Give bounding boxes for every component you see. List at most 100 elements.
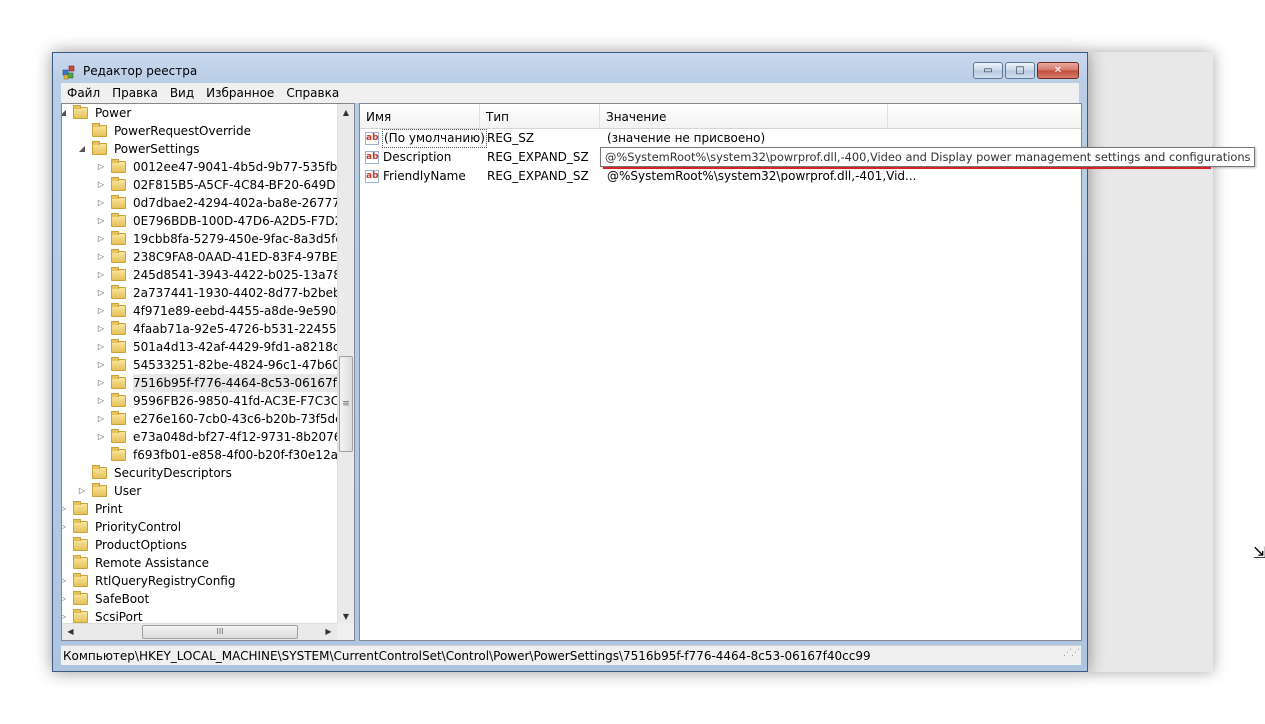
expand-arrow-icon[interactable]: ▷ [77, 482, 87, 500]
folder-icon [73, 501, 88, 515]
folder-icon [111, 357, 126, 371]
expand-arrow-icon[interactable]: ▷ [96, 320, 106, 338]
tree-item-label: 501a4d13-42af-4429-9fd1-a8218c268e2 [133, 340, 338, 354]
maximize-button[interactable]: □ [1005, 62, 1035, 79]
tree-item-label: 245d8541-3943-4422-b025-13a784f679l [133, 268, 338, 282]
window-title: Редактор реестра [83, 64, 198, 78]
status-bar: Компьютер\HKEY_LOCAL_MACHINE\SYSTEM\Curr… [61, 645, 1081, 665]
menu-file[interactable]: Файл [61, 83, 106, 103]
expand-arrow-icon[interactable]: ▷ [96, 302, 106, 320]
expand-arrow-icon[interactable]: ▷ [62, 590, 68, 608]
registry-path: Компьютер\HKEY_LOCAL_MACHINE\SYSTEM\Curr… [63, 649, 871, 663]
menu-help[interactable]: Справка [280, 83, 345, 103]
menu-favorites[interactable]: Избранное [200, 83, 280, 103]
expand-arrow-icon[interactable]: ▷ [62, 572, 68, 590]
folder-icon [111, 429, 126, 443]
folder-icon [73, 537, 88, 551]
tree-item-label: SecurityDescriptors [114, 466, 232, 480]
folder-icon [73, 609, 88, 623]
scroll-up-arrow-icon[interactable]: ▲ [338, 104, 354, 121]
folder-icon [111, 231, 126, 245]
expand-arrow-icon[interactable]: ▷ [96, 176, 106, 194]
value-type: REG_SZ [487, 131, 535, 145]
expand-arrow-icon[interactable]: ▷ [96, 392, 106, 410]
tree-item-label: 2a737441-1930-4402-8d77-b2bebba308 [133, 286, 338, 300]
expand-arrow-icon[interactable]: ▷ [96, 194, 106, 212]
expand-arrow-icon[interactable]: ◢ [62, 104, 68, 122]
tree-item-label: 54533251-82be-4824-96c1-47b60b740d [133, 358, 338, 372]
resize-grip-icon[interactable]: ⋰⋰ [1063, 646, 1080, 663]
folder-icon [111, 303, 126, 317]
column-header-name[interactable]: Имя [360, 104, 480, 128]
list-row[interactable]: ab (По умолчанию) REG_SZ (значение не пр… [360, 129, 1081, 148]
folder-icon [92, 123, 107, 137]
tree-item-label: 7516b95f-f776-4464-8c53-06167f40cc9 [133, 374, 338, 392]
tree-horizontal-scrollbar[interactable]: ◀ III ▶ [62, 623, 338, 640]
folder-icon [73, 573, 88, 587]
list-row[interactable]: ab FriendlyName REG_EXPAND_SZ @%SystemRo… [360, 167, 1081, 186]
folder-icon [111, 159, 126, 173]
expand-arrow-icon[interactable]: ◢ [77, 140, 87, 158]
tree-item-label: 238C9FA8-0AAD-41ED-83F4-97BE242C [133, 250, 338, 264]
horizontal-scroll-thumb[interactable]: III [142, 625, 298, 639]
menu-bar: Файл Правка Вид Избранное Справка [61, 83, 1079, 103]
tree-content: ◢ Power PowerRequestOverride ◢ PowerSett… [62, 104, 338, 625]
tree-item-label: 19cbb8fa-5279-450e-9fac-8a3d5fedd0c [133, 232, 338, 246]
registry-editor-window: Редактор реестра ▭ □ ✕ Файл Правка Вид И… [52, 52, 1088, 672]
expand-arrow-icon[interactable]: ▷ [96, 230, 106, 248]
expand-arrow-icon[interactable]: ▷ [96, 266, 106, 284]
expand-arrow-icon[interactable]: ▷ [96, 356, 106, 374]
tree-item-label: PowerRequestOverride [114, 124, 251, 138]
folder-icon [111, 411, 126, 425]
folder-icon [73, 105, 88, 119]
column-header-value[interactable]: Значение [600, 104, 888, 128]
folder-icon [92, 483, 107, 497]
background-window [1088, 52, 1213, 672]
menu-edit[interactable]: Правка [106, 83, 164, 103]
string-value-icon: ab [365, 151, 379, 164]
expand-arrow-icon[interactable]: ▷ [96, 212, 106, 230]
folder-icon [111, 195, 126, 209]
title-bar[interactable]: Редактор реестра ▭ □ ✕ [53, 53, 1087, 83]
value-data: @%SystemRoot%\system32\powrprof.dll,-401… [607, 169, 917, 183]
folder-icon [92, 141, 107, 155]
vertical-scroll-thumb[interactable]: ≡ [339, 356, 353, 452]
values-list: Имя Тип Значение ab (По умолчанию) REG_S… [359, 103, 1082, 641]
close-button[interactable]: ✕ [1037, 62, 1079, 79]
folder-icon [111, 375, 126, 389]
expand-arrow-icon[interactable]: ▷ [96, 374, 106, 392]
column-header-type[interactable]: Тип [480, 104, 600, 128]
string-value-icon: ab [365, 132, 379, 145]
expand-arrow-icon[interactable]: ▷ [96, 410, 106, 428]
expand-arrow-icon[interactable]: ▷ [62, 500, 68, 518]
folder-icon [111, 393, 126, 407]
folder-icon [111, 213, 126, 227]
string-value-icon: ab [365, 170, 379, 183]
folder-icon [111, 447, 126, 461]
folder-icon [73, 591, 88, 605]
scroll-left-arrow-icon[interactable]: ◀ [62, 624, 79, 640]
value-name: (По умолчанию) [382, 129, 487, 148]
folder-icon [92, 465, 107, 479]
value-type: REG_EXPAND_SZ [487, 150, 589, 164]
tree-item-label: 9596FB26-9850-41fd-AC3E-F7C3C00AF [133, 394, 338, 408]
expand-arrow-icon[interactable]: ▷ [96, 158, 106, 176]
tree-item-label: Remote Assistance [95, 556, 210, 570]
tree-item-label: RtlQueryRegistryConfig [95, 574, 236, 588]
expand-arrow-icon[interactable]: ▷ [96, 284, 106, 302]
registry-tree: ◢ Power PowerRequestOverride ◢ PowerSett… [61, 103, 355, 641]
tree-item-label: 4f971e89-eebd-4455-a8de-9e59040e73 [133, 304, 338, 318]
folder-icon [111, 285, 126, 299]
minimize-button[interactable]: ▭ [973, 62, 1003, 79]
expand-arrow-icon[interactable]: ▷ [96, 338, 106, 356]
caption-buttons: ▭ □ ✕ [973, 62, 1079, 79]
expand-arrow-icon[interactable]: ▷ [62, 518, 68, 536]
expand-arrow-icon[interactable]: ▷ [96, 428, 106, 446]
menu-view[interactable]: Вид [164, 83, 200, 103]
tree-item-label: ProductOptions [95, 538, 187, 552]
tree-vertical-scrollbar[interactable]: ▲ ≡ ▼ [337, 104, 354, 625]
tree-item-label: SafeBoot [95, 592, 150, 606]
tree-item-label: 0E796BDB-100D-47D6-A2D5-F7D2DAA [133, 214, 338, 228]
expand-arrow-icon[interactable]: ▷ [96, 248, 106, 266]
scroll-right-arrow-icon[interactable]: ▶ [320, 624, 337, 640]
